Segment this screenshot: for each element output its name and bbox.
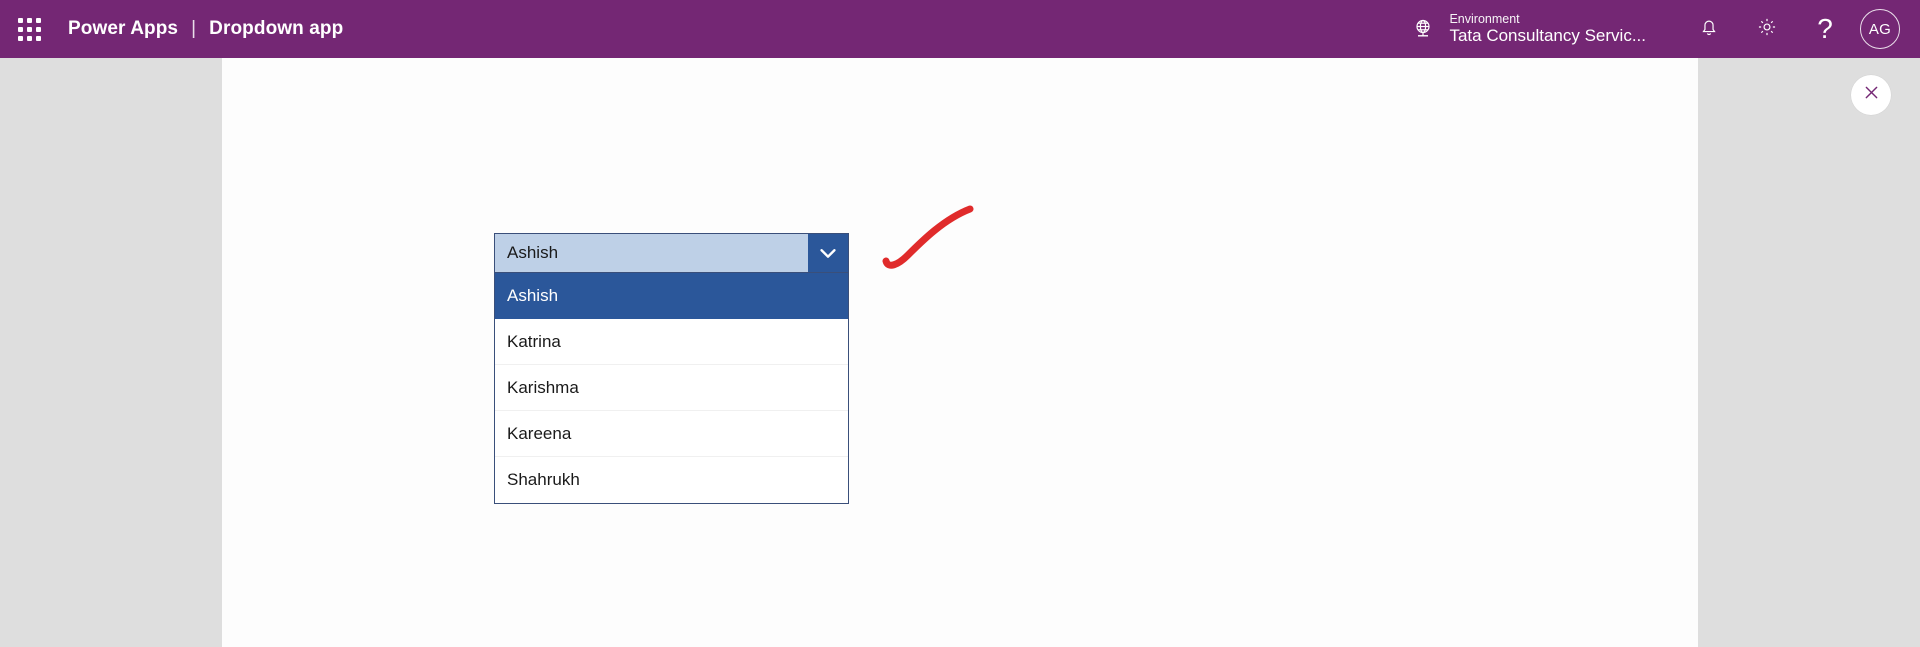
top-bar-right-cluster: Environment Tata Consultancy Servic... ?… — [1411, 0, 1920, 58]
dropdown-option-label: Ashish — [507, 285, 559, 305]
environment-picker[interactable]: Environment Tata Consultancy Servic... — [1411, 12, 1646, 46]
brand-separator: | — [191, 18, 197, 39]
bell-icon — [1698, 16, 1720, 43]
settings-button[interactable] — [1738, 0, 1796, 58]
dropdown-option-label: Kareena — [507, 423, 572, 443]
help-button[interactable]: ? — [1796, 0, 1854, 58]
app-stage: Ashish Ashish Katrina Karishma Kareena S… — [0, 58, 1920, 647]
dropdown-option[interactable]: Karishma — [495, 365, 848, 411]
close-x-icon — [1862, 83, 1881, 107]
app-launcher-grid-icon — [17, 17, 41, 41]
dropdown-option-label: Shahrukh — [507, 470, 580, 489]
red-swoosh-mark — [882, 203, 982, 273]
app-canvas: Ashish Ashish Katrina Karishma Kareena S… — [222, 58, 1698, 647]
dropdown-option[interactable]: Katrina — [495, 319, 848, 365]
environment-label: Environment — [1449, 12, 1520, 27]
dropdown-option[interactable]: Kareena — [495, 411, 848, 457]
environment-name: Tata Consultancy Servic... — [1449, 26, 1646, 46]
dropdown-option[interactable]: Ashish — [495, 273, 848, 319]
dropdown-control: Ashish Ashish Katrina Karishma Kareena S… — [494, 233, 849, 504]
gear-icon — [1756, 16, 1778, 43]
app-name: Dropdown app — [209, 18, 344, 39]
globe-environment-icon — [1411, 17, 1435, 41]
dropdown-field[interactable]: Ashish — [494, 233, 849, 273]
brand-title: Power Apps | Dropdown app — [68, 18, 343, 40]
dropdown-option-list[interactable]: Ashish Katrina Karishma Kareena Shahrukh — [494, 273, 849, 504]
top-command-bar: Power Apps | Dropdown app Environment Ta… — [0, 0, 1920, 58]
dropdown-toggle-button[interactable] — [808, 234, 848, 272]
dropdown-selected-value: Ashish — [495, 234, 808, 272]
notifications-button[interactable] — [1680, 0, 1738, 58]
avatar[interactable]: AG — [1860, 9, 1900, 49]
dropdown-option-label: Katrina — [507, 331, 561, 351]
chevron-down-icon — [817, 242, 839, 264]
app-launcher-button[interactable] — [0, 0, 58, 58]
avatar-initials: AG — [1868, 20, 1892, 38]
product-name: Power Apps — [68, 18, 179, 39]
close-button[interactable] — [1851, 75, 1891, 115]
environment-text: Environment Tata Consultancy Servic... — [1449, 12, 1646, 46]
dropdown-option-label: Karishma — [507, 377, 579, 397]
question-mark-icon: ? — [1817, 13, 1833, 44]
dropdown-option[interactable]: Shahrukh — [495, 457, 848, 503]
